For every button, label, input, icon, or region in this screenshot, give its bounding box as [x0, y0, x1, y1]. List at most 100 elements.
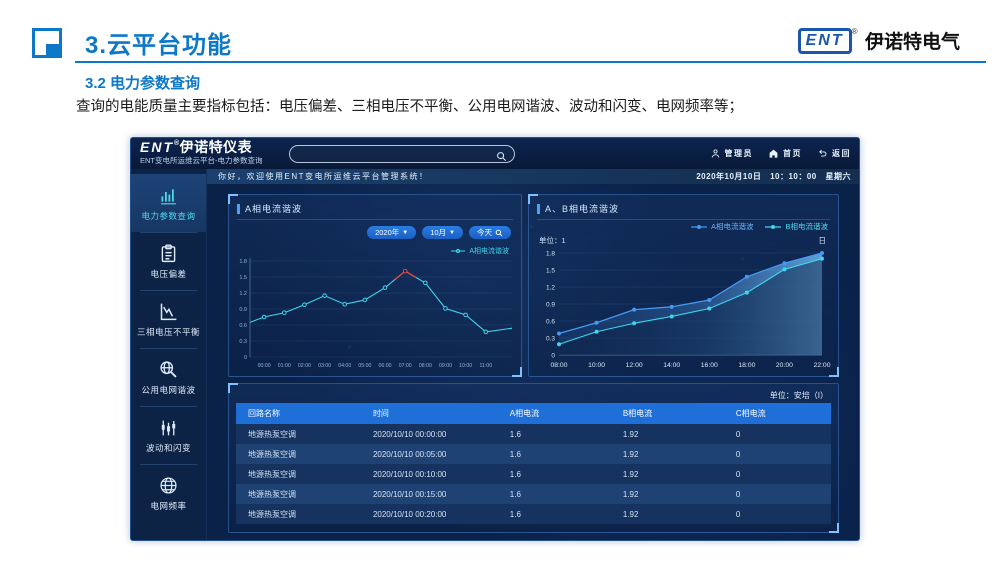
- legend-series-b[interactable]: B相电流谐波: [765, 221, 828, 232]
- user-menu-user[interactable]: 管理员: [710, 148, 754, 159]
- table-cell: 0: [735, 429, 741, 439]
- title-accent-bar: [237, 203, 240, 214]
- chevron-down-icon: ▼: [402, 229, 409, 236]
- company-name: 伊诺特电气: [864, 32, 960, 53]
- chart1-filters: 2020年 ▼ 10月 ▼ 今天: [367, 226, 511, 239]
- svg-text:0.6: 0.6: [239, 323, 247, 329]
- welcome-message: 你好，欢迎使用ENT变电所运维云平台管理系统！: [218, 172, 429, 181]
- svg-text:1.2: 1.2: [239, 291, 247, 297]
- svg-text:09:00: 09:00: [439, 363, 452, 369]
- svg-text:10:00: 10:00: [459, 363, 472, 369]
- table-cell: 地源热泵空调: [248, 489, 296, 499]
- svg-text:1.8: 1.8: [239, 259, 247, 265]
- filter-month-button[interactable]: 10月 ▼: [422, 226, 463, 239]
- table-cell: 1.92: [622, 429, 639, 439]
- svg-text:03:00: 03:00: [318, 363, 331, 369]
- table-cell: C相电流: [735, 409, 766, 418]
- user-menu-label: 首页: [783, 149, 802, 158]
- flicker-bars-icon: [158, 417, 179, 438]
- svg-text:22:00: 22:00: [813, 362, 830, 369]
- table-cell: 1.6: [509, 449, 521, 459]
- table-cell: 2020/10/10 00:20:00: [372, 509, 447, 519]
- table-cell: A相电流: [509, 409, 540, 418]
- sidebar-item-3[interactable]: 三相电压不平衡: [131, 290, 206, 348]
- home-icon: [768, 148, 779, 159]
- chart-panel-a-phase: A相电流谐波 2020年 ▼ 10月 ▼ 今天 A相电流谐波 0 0.3 0.6 0.9 1…: [228, 194, 522, 377]
- user-menu-label: 管理员: [724, 149, 753, 158]
- table-cell: 2020/10/10 00:00:00: [372, 429, 447, 439]
- table-cell: 1.92: [622, 509, 639, 519]
- current-data-table: 回路名称 时间 A相电流 B相电流 C相电流 地源热泵空调 2020/10/10 00:00…: [236, 403, 831, 524]
- user-menu-home[interactable]: 首页: [768, 148, 802, 159]
- svg-text:02:00: 02:00: [298, 363, 311, 369]
- table-unit-label: 单位：安培（I）: [769, 391, 828, 400]
- svg-text:05:00: 05:00: [358, 363, 371, 369]
- table-cell: 回路名称: [248, 409, 280, 418]
- search-icon[interactable]: [496, 149, 507, 161]
- svg-text:04:00: 04:00: [338, 363, 351, 369]
- user-icon: [710, 148, 721, 159]
- title-square-icon-fill: [46, 44, 59, 57]
- app-subtitle: ENT变电所运维云平台-电力参数查询: [140, 156, 263, 165]
- svg-text:00:00: 00:00: [258, 363, 271, 369]
- svg-text:0.6: 0.6: [546, 319, 555, 326]
- table-cell: 1.92: [622, 489, 639, 499]
- sidebar-item-label: 电压偏差: [150, 268, 187, 279]
- table-cell: 1.6: [509, 509, 521, 519]
- table-cell: 地源热泵空调: [248, 449, 296, 459]
- app-logo-name: 伊诺特仪表: [179, 139, 253, 155]
- table-cell: 0: [735, 449, 741, 459]
- header-divider: [75, 61, 986, 63]
- svg-text:0.9: 0.9: [546, 302, 555, 309]
- body-text: 查询的电能质量主要指标包括：电压偏差、三相电压不平衡、公用电网谐波、波动和闪变、…: [76, 99, 743, 115]
- sidebar-item-label: 电网频率: [150, 500, 187, 511]
- table-row: 地源热泵空调 2020/10/10 00:20:00 1.6 1.92 0: [236, 504, 831, 524]
- globe-search-icon: [158, 359, 179, 380]
- app-logo: ENT®伊诺特仪表 ENT变电所运维云平台-电力参数查询: [140, 140, 263, 165]
- sidebar-item-5[interactable]: 波动和闪变: [131, 406, 206, 464]
- svg-text:1.5: 1.5: [239, 275, 247, 281]
- table-row: 地源热泵空调 2020/10/10 00:05:00 1.6 1.92 0: [236, 444, 831, 464]
- svg-text:18:00: 18:00: [738, 362, 755, 369]
- chart1-title: A相电流谐波: [237, 202, 302, 215]
- sidebar-item-4[interactable]: 公用电网谐波: [131, 348, 206, 406]
- legend-series-a[interactable]: A相电流谐波: [690, 221, 753, 232]
- sidebar-nav: 电力参数查询 电压偏差三相电压不平衡 公用电网谐波波动和闪变电网频率: [131, 169, 207, 540]
- welcome-bar: 你好，欢迎使用ENT变电所运维云平台管理系统！ 2020年10月10日 10：1…: [206, 169, 859, 184]
- svg-text:08:00: 08:00: [550, 362, 567, 369]
- sidebar-item-label: 波动和闪变: [145, 442, 191, 453]
- search-input[interactable]: [298, 146, 492, 164]
- sidebar-item-label: 电力参数查询: [141, 210, 196, 221]
- svg-text:20:00: 20:00: [776, 362, 793, 369]
- table-cell: 1.92: [622, 469, 639, 479]
- page-title: 3.云平台功能: [85, 32, 233, 59]
- chart2-unit-label: 单位：1: [539, 236, 566, 245]
- filter-year-button[interactable]: 2020年 ▼: [367, 226, 417, 239]
- search-icon: [495, 229, 503, 236]
- table-cell: 1.92: [622, 449, 639, 459]
- svg-text:06:00: 06:00: [379, 363, 392, 369]
- section-subtitle: 3.2 电力参数查询: [85, 75, 201, 92]
- ent-logo: ENT: [797, 27, 852, 54]
- search-bar[interactable]: [289, 145, 515, 164]
- sidebar-item-6[interactable]: 电网频率: [131, 464, 206, 522]
- table-cell: 1.6: [509, 429, 521, 439]
- filter-today-button[interactable]: 今天: [469, 226, 511, 239]
- svg-text:14:00: 14:00: [663, 362, 680, 369]
- legend-line-icon: [765, 224, 782, 229]
- chart2-title: A、B相电流谐波: [537, 202, 619, 215]
- ab-phase-harmonic-area-chart: 0 0.3 0.6 0.9 1.2 1.5 1.8 08:00 10:00 12:00 14:00 1…: [546, 251, 831, 370]
- svg-text:0.3: 0.3: [546, 336, 555, 343]
- legend-line-icon: [690, 224, 707, 229]
- table-cell: 地源热泵空调: [248, 429, 296, 439]
- sidebar-item-1[interactable]: 电力参数查询: [131, 174, 206, 232]
- user-menu-back[interactable]: 返回: [817, 148, 851, 159]
- clipboard-icon: [158, 243, 179, 264]
- svg-text:08:00: 08:00: [419, 363, 432, 369]
- sidebar-item-2[interactable]: 电压偏差: [131, 232, 206, 290]
- table-cell: B相电流: [622, 409, 653, 418]
- title-underline: [237, 219, 513, 220]
- date-text: 2020年10月10日: [696, 172, 762, 181]
- chart2-legend: A相电流谐波 B相电流谐波: [690, 221, 828, 232]
- weekday-text: 星期六: [825, 172, 851, 181]
